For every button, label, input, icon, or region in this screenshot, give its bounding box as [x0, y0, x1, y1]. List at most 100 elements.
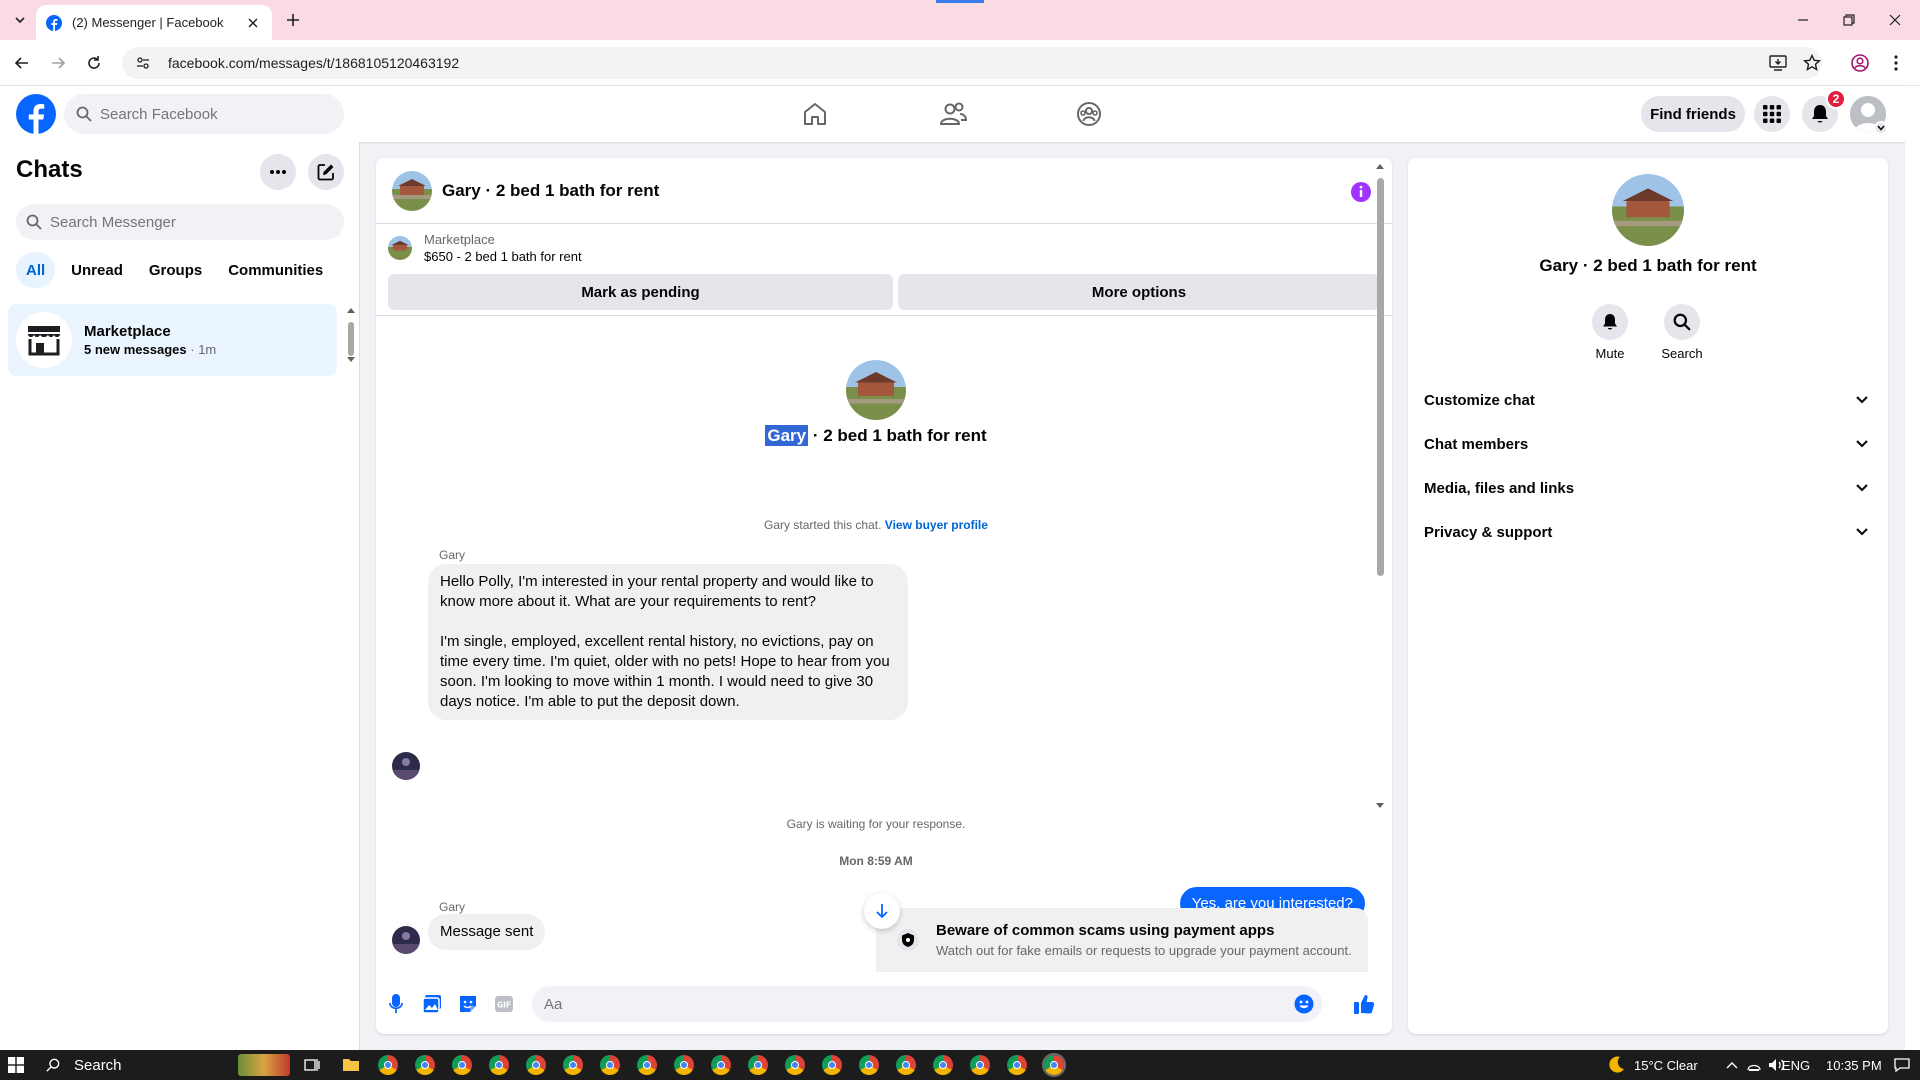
filter-tab-communities[interactable]: Communities — [218, 252, 333, 288]
thread-profile-avatar[interactable] — [846, 360, 906, 420]
taskbar-chrome-app-icon[interactable] — [526, 1055, 546, 1075]
tab-search-chevron-icon[interactable] — [8, 8, 32, 32]
weather-widget[interactable]: 15°C Clear — [1606, 1050, 1698, 1080]
forward-arrow-icon[interactable] — [46, 51, 70, 75]
incoming-message-bubble[interactable]: Message sent — [428, 914, 546, 950]
address-bar[interactable]: facebook.com/messages/t/1868105120463192 — [122, 47, 1822, 79]
browser-tab-active[interactable]: (2) Messenger | Facebook — [36, 5, 272, 40]
sender-avatar[interactable] — [392, 752, 420, 780]
back-arrow-icon[interactable] — [10, 51, 34, 75]
emoji-smiley-icon[interactable] — [1294, 994, 1314, 1014]
browser-profile-icon[interactable] — [1848, 51, 1872, 75]
taskbar-chrome-app-icon[interactable] — [563, 1055, 583, 1075]
messenger-search-input[interactable] — [50, 213, 270, 231]
filter-tab-groups[interactable]: Groups — [139, 252, 212, 288]
view-buyer-profile-link[interactable]: View buyer profile — [885, 518, 988, 532]
taskbar-clock[interactable]: 10:35 PM — [1826, 1050, 1882, 1080]
message-sender-name: Gary — [439, 548, 466, 562]
facebook-search-input[interactable] — [100, 105, 320, 123]
messenger-search-box[interactable] — [16, 204, 344, 240]
page-scrollbar[interactable] — [1905, 86, 1920, 1050]
mute-action[interactable]: Mute — [1580, 304, 1640, 361]
taskbar-chrome-app-icon[interactable] — [896, 1055, 916, 1075]
message-input[interactable] — [544, 995, 1244, 1013]
taskbar-chrome-app-icon[interactable] — [452, 1055, 472, 1075]
task-view-icon[interactable] — [304, 1058, 320, 1072]
section-media-files-links[interactable]: Media, files and links — [1416, 466, 1880, 510]
chats-options-more-icon[interactable] — [260, 154, 296, 190]
notification-center-icon[interactable] — [1894, 1058, 1910, 1072]
info-panel-avatar[interactable] — [1612, 174, 1684, 246]
taskbar-chrome-app-icon[interactable] — [970, 1055, 990, 1075]
taskbar-chrome-app-icon[interactable] — [933, 1055, 953, 1075]
taskbar-chrome-app-icon[interactable] — [859, 1055, 879, 1075]
nav-friends-icon[interactable] — [898, 94, 1008, 134]
taskbar-chrome-app-icon[interactable] — [1042, 1053, 1066, 1077]
chat-list-scrollbar[interactable] — [346, 306, 356, 366]
sender-avatar[interactable] — [392, 926, 420, 954]
taskbar-chrome-app-icon[interactable] — [748, 1055, 768, 1075]
section-customize-chat[interactable]: Customize chat — [1416, 378, 1880, 422]
site-info-icon[interactable] — [136, 56, 150, 70]
nav-home-icon[interactable] — [760, 94, 870, 134]
taskbar-chrome-app-icon[interactable] — [415, 1055, 435, 1075]
bookmark-star-icon[interactable] — [1800, 51, 1824, 75]
windows-taskbar: Search 15°C Clear ENG 10:35 PM — [0, 1050, 1920, 1080]
taskbar-chrome-app-icon[interactable] — [711, 1055, 731, 1075]
news-widget-icon[interactable] — [238, 1054, 290, 1076]
conversation-header[interactable]: Gary · 2 bed 1 bath for rent — [376, 158, 1392, 224]
file-explorer-icon[interactable] — [342, 1057, 360, 1072]
search-in-chat-action[interactable]: Search — [1652, 304, 1712, 361]
taskbar-chrome-app-icon[interactable] — [489, 1055, 509, 1075]
conversation-info-icon[interactable] — [1350, 181, 1372, 203]
filter-tab-unread[interactable]: Unread — [61, 252, 133, 288]
chevron-down-icon — [1856, 528, 1868, 536]
mark-as-pending-button[interactable]: Mark as pending — [388, 274, 893, 310]
facebook-favicon-icon — [46, 14, 62, 31]
attach-photo-icon[interactable] — [420, 992, 444, 1016]
menu-grid-icon[interactable] — [1754, 96, 1790, 132]
nav-groups-icon[interactable] — [1034, 94, 1144, 134]
browser-menu-kebab-icon[interactable] — [1884, 51, 1908, 75]
reload-icon[interactable] — [82, 51, 106, 75]
more-options-button[interactable]: More options — [898, 274, 1380, 310]
facebook-logo-icon[interactable] — [16, 94, 56, 134]
filter-tab-all[interactable]: All — [16, 252, 56, 288]
taskbar-chrome-app-icon[interactable] — [822, 1055, 842, 1075]
voice-clip-microphone-icon[interactable] — [384, 992, 408, 1016]
window-close-icon[interactable] — [1872, 0, 1918, 40]
section-privacy-support[interactable]: Privacy & support — [1416, 510, 1880, 554]
tab-close-icon[interactable] — [244, 14, 262, 32]
message-input-box[interactable] — [532, 986, 1322, 1022]
gif-icon[interactable]: GIF — [492, 992, 516, 1016]
language-indicator[interactable]: ENG — [1776, 1050, 1816, 1080]
facebook-search-box[interactable] — [64, 94, 344, 134]
windows-start-icon[interactable] — [8, 1057, 24, 1073]
like-thumbs-up-icon[interactable] — [1352, 992, 1376, 1016]
window-restore-icon[interactable] — [1826, 0, 1872, 40]
conversation-avatar[interactable] — [392, 170, 432, 211]
taskbar-chrome-app-icon[interactable] — [378, 1055, 398, 1075]
sticker-icon[interactable] — [456, 992, 480, 1016]
taskbar-chrome-app-icon[interactable] — [674, 1055, 694, 1075]
browser-tab-bar: (2) Messenger | Facebook — [0, 0, 1920, 40]
tray-chevron-up-icon[interactable] — [1726, 1061, 1738, 1069]
section-chat-members[interactable]: Chat members — [1416, 422, 1880, 466]
taskbar-chrome-app-icon[interactable] — [637, 1055, 657, 1075]
new-message-compose-icon[interactable] — [308, 154, 344, 190]
new-tab-plus-icon[interactable] — [282, 9, 304, 31]
network-icon[interactable] — [1746, 1058, 1762, 1072]
chat-list-item-marketplace[interactable]: Marketplace 5 new messages · 1m — [8, 304, 337, 376]
install-app-icon[interactable] — [1766, 51, 1790, 75]
taskbar-search[interactable]: Search — [46, 1050, 122, 1080]
marketplace-store-icon — [16, 312, 72, 368]
taskbar-chrome-app-icon[interactable] — [785, 1055, 805, 1075]
listing-title-price[interactable]: $650 - 2 bed 1 bath for rent — [424, 249, 582, 264]
incoming-message-bubble[interactable]: Hello Polly, I'm interested in your rent… — [428, 564, 908, 720]
taskbar-chrome-app-icon[interactable] — [1007, 1055, 1027, 1075]
listing-thumbnail[interactable] — [388, 236, 412, 260]
account-chevron-down-icon[interactable] — [1874, 121, 1888, 135]
find-friends-button[interactable]: Find friends — [1641, 96, 1745, 132]
taskbar-chrome-app-icon[interactable] — [600, 1055, 620, 1075]
window-minimize-icon[interactable] — [1780, 0, 1826, 40]
